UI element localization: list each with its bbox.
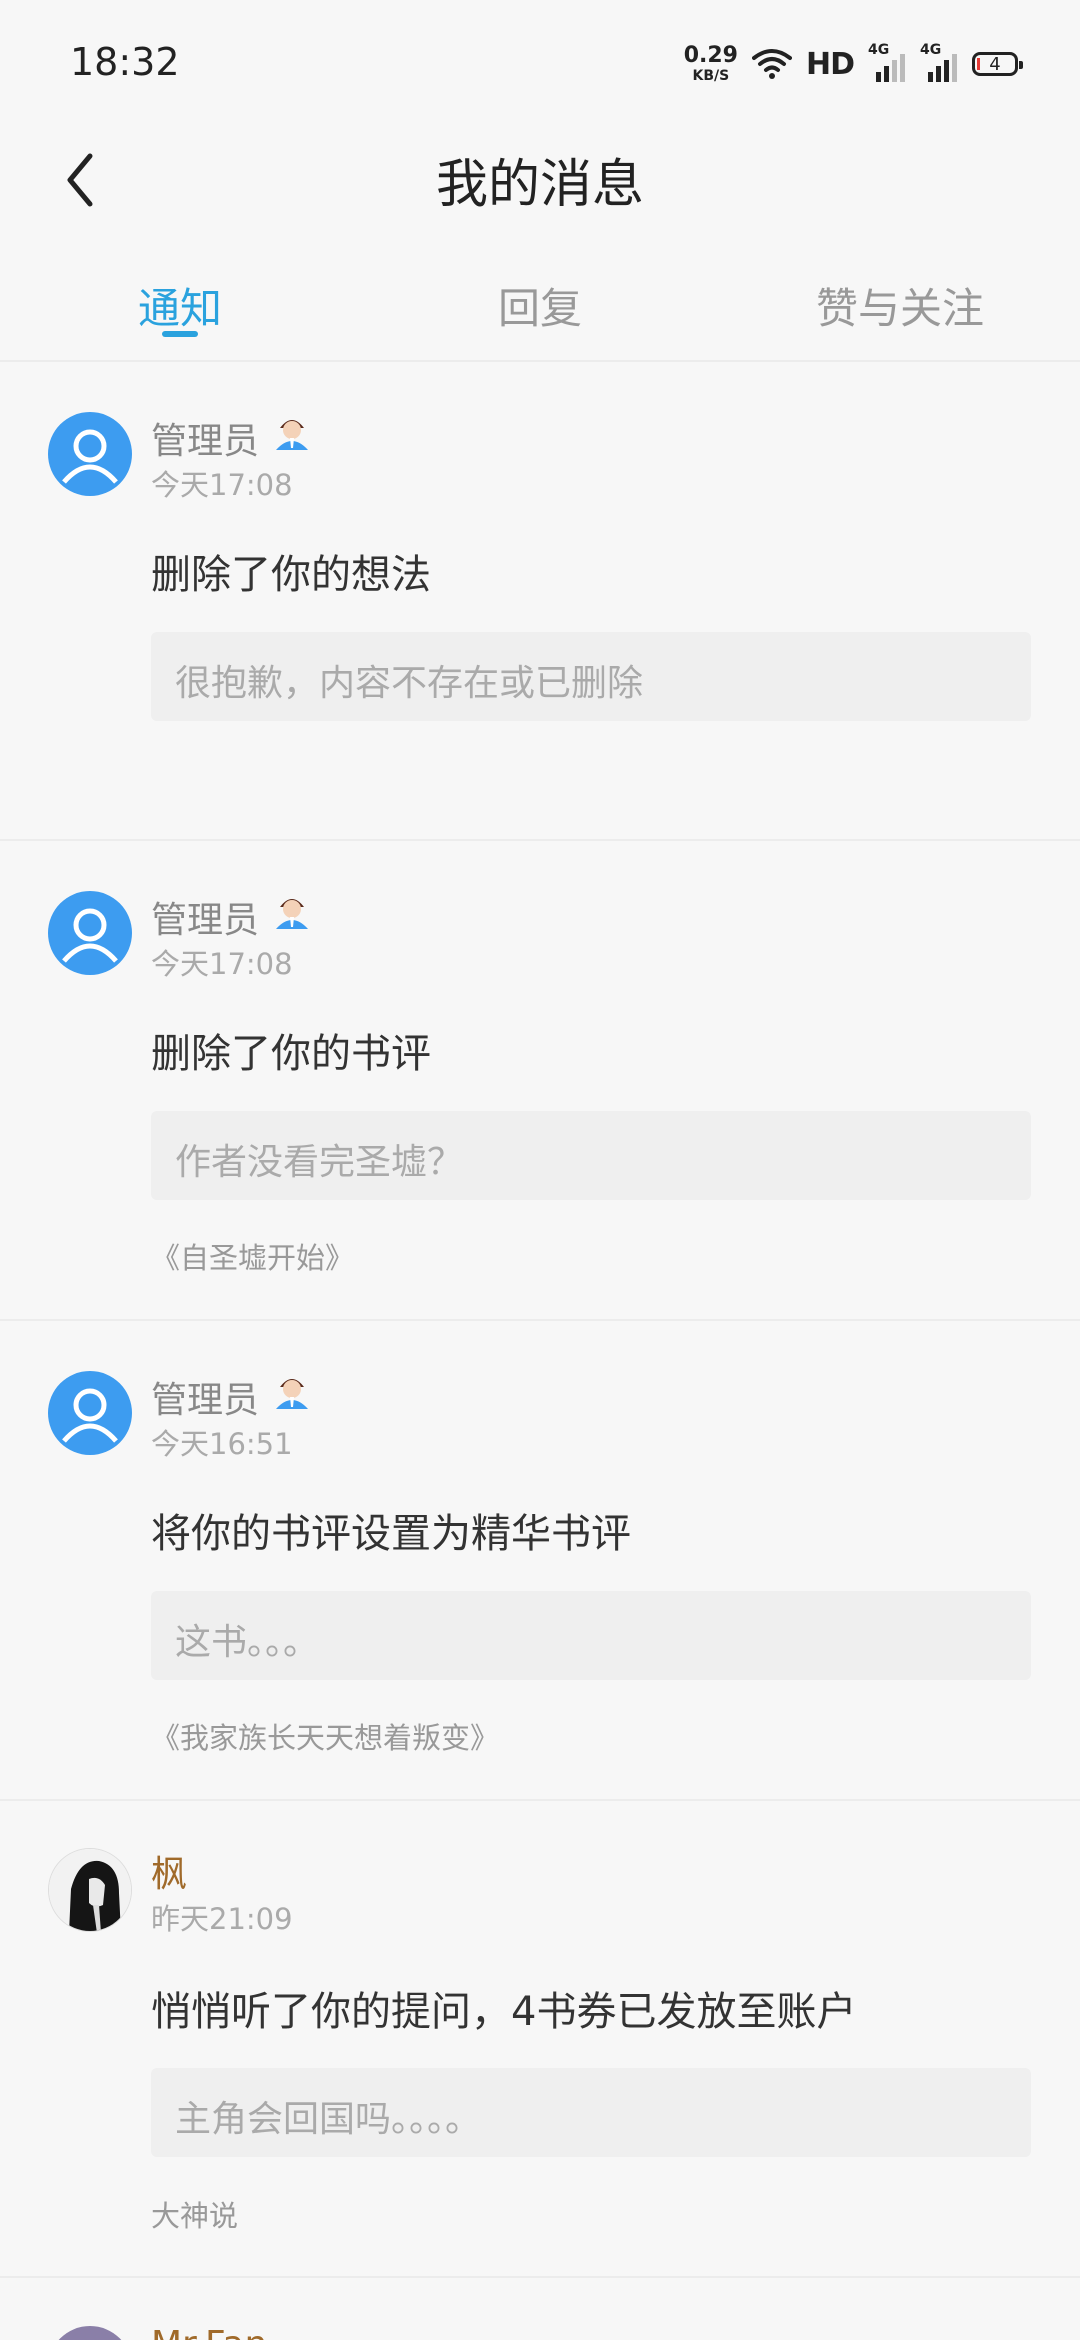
user-silhouette-icon <box>62 1388 118 1443</box>
quoted-content[interactable]: 这书。。。 <box>151 1591 1031 1680</box>
battery-icon: 4 <box>972 52 1023 76</box>
active-tab-indicator <box>162 331 198 337</box>
source-label[interactable]: 大神说 <box>151 2193 238 2235</box>
admin-badge-icon <box>276 1379 308 1409</box>
avatar[interactable] <box>48 1848 132 1932</box>
username[interactable]: 枫 <box>151 1845 187 1897</box>
quoted-text: 主角会回国吗。。。。 <box>175 2099 482 2140</box>
status-time: 18:32 <box>70 40 180 84</box>
avatar[interactable] <box>48 1371 132 1455</box>
user-silhouette-icon <box>62 429 118 484</box>
tab-likes-follows[interactable]: 赞与关注 <box>816 275 984 336</box>
quoted-content[interactable]: 作者没看完圣墟？ <box>151 1111 1031 1200</box>
username[interactable]: Mr.Fan <box>151 2324 267 2340</box>
message-text: 将你的书评设置为精华书评 <box>151 1511 631 1557</box>
username[interactable]: 管理员 <box>151 891 259 943</box>
username[interactable]: 管理员 <box>151 412 259 464</box>
message-time: 昨天21:09 <box>151 1902 293 1936</box>
avatar[interactable] <box>48 891 132 975</box>
message-time: 今天16:51 <box>151 1427 293 1461</box>
message-time: 今天17:08 <box>151 468 293 502</box>
avatar[interactable] <box>48 412 132 496</box>
network-type-2: 4G <box>920 42 942 58</box>
message-item-partial[interactable]: Mr.Fan <box>0 2278 1080 2340</box>
admin-badge-icon <box>276 899 308 929</box>
tab-notifications[interactable]: 通知 <box>138 275 222 336</box>
quoted-content[interactable]: 很抱歉，内容不存在或已删除 <box>151 632 1031 721</box>
book-title-link[interactable]: 《我家族长天天想着叛变》 <box>151 1715 499 1757</box>
message-text: 悄悄听了你的提问，4书券已发放至账户 <box>151 1989 857 2035</box>
message-item[interactable]: 管理员 今天16:51 将你的书评设置为精华书评 这书。。。 《我家族长天天想着… <box>0 1321 1080 1801</box>
quoted-text: 这书。。。 <box>175 1622 320 1663</box>
avatar[interactable] <box>48 2326 132 2340</box>
battery-level: 4 <box>989 53 1001 75</box>
status-icons: 0.29 KB/S HD 4G 4G 4 <box>683 42 1023 86</box>
network-speed: 0.29 KB/S <box>683 43 738 84</box>
message-item[interactable]: 枫 昨天21:09 悄悄听了你的提问，4书券已发放至账户 主角会回国吗。。。。 … <box>0 1801 1080 2278</box>
header: 我的消息 <box>0 130 1080 240</box>
username[interactable]: 管理员 <box>151 1371 259 1423</box>
quoted-text: 很抱歉，内容不存在或已删除 <box>175 663 644 704</box>
quoted-content[interactable]: 主角会回国吗。。。。 <box>151 2068 1031 2157</box>
page-title: 我的消息 <box>435 155 644 215</box>
book-title-link[interactable]: 《自圣墟开始》 <box>151 1235 354 1277</box>
message-text: 删除了你的书评 <box>151 1031 431 1077</box>
signal-icon-2: 4G <box>920 42 958 82</box>
message-item[interactable]: 管理员 今天17:08 删除了你的想法 很抱歉，内容不存在或已删除 <box>0 362 1080 841</box>
message-text: 删除了你的想法 <box>151 552 431 598</box>
tab-bar: 通知 回复 赞与关注 <box>0 255 1080 360</box>
network-speed-unit: KB/S <box>692 68 730 84</box>
message-time: 今天17:08 <box>151 947 293 981</box>
tab-replies[interactable]: 回复 <box>498 275 582 336</box>
user-silhouette-icon <box>62 908 118 963</box>
wifi-icon <box>751 49 792 79</box>
hd-label: HD <box>805 46 855 82</box>
hooded-figure-avatar-icon <box>49 1849 131 1931</box>
quoted-text: 作者没看完圣墟？ <box>175 1142 464 1183</box>
signal-icon: 4G <box>868 42 906 82</box>
message-item[interactable]: 管理员 今天17:08 删除了你的书评 作者没看完圣墟？ 《自圣墟开始》 <box>0 841 1080 1321</box>
status-bar: 18:32 0.29 KB/S HD 4G 4G 4 <box>0 0 1080 130</box>
network-type-1: 4G <box>868 42 890 58</box>
network-speed-value: 0.29 <box>683 43 738 68</box>
admin-badge-icon <box>276 420 308 450</box>
